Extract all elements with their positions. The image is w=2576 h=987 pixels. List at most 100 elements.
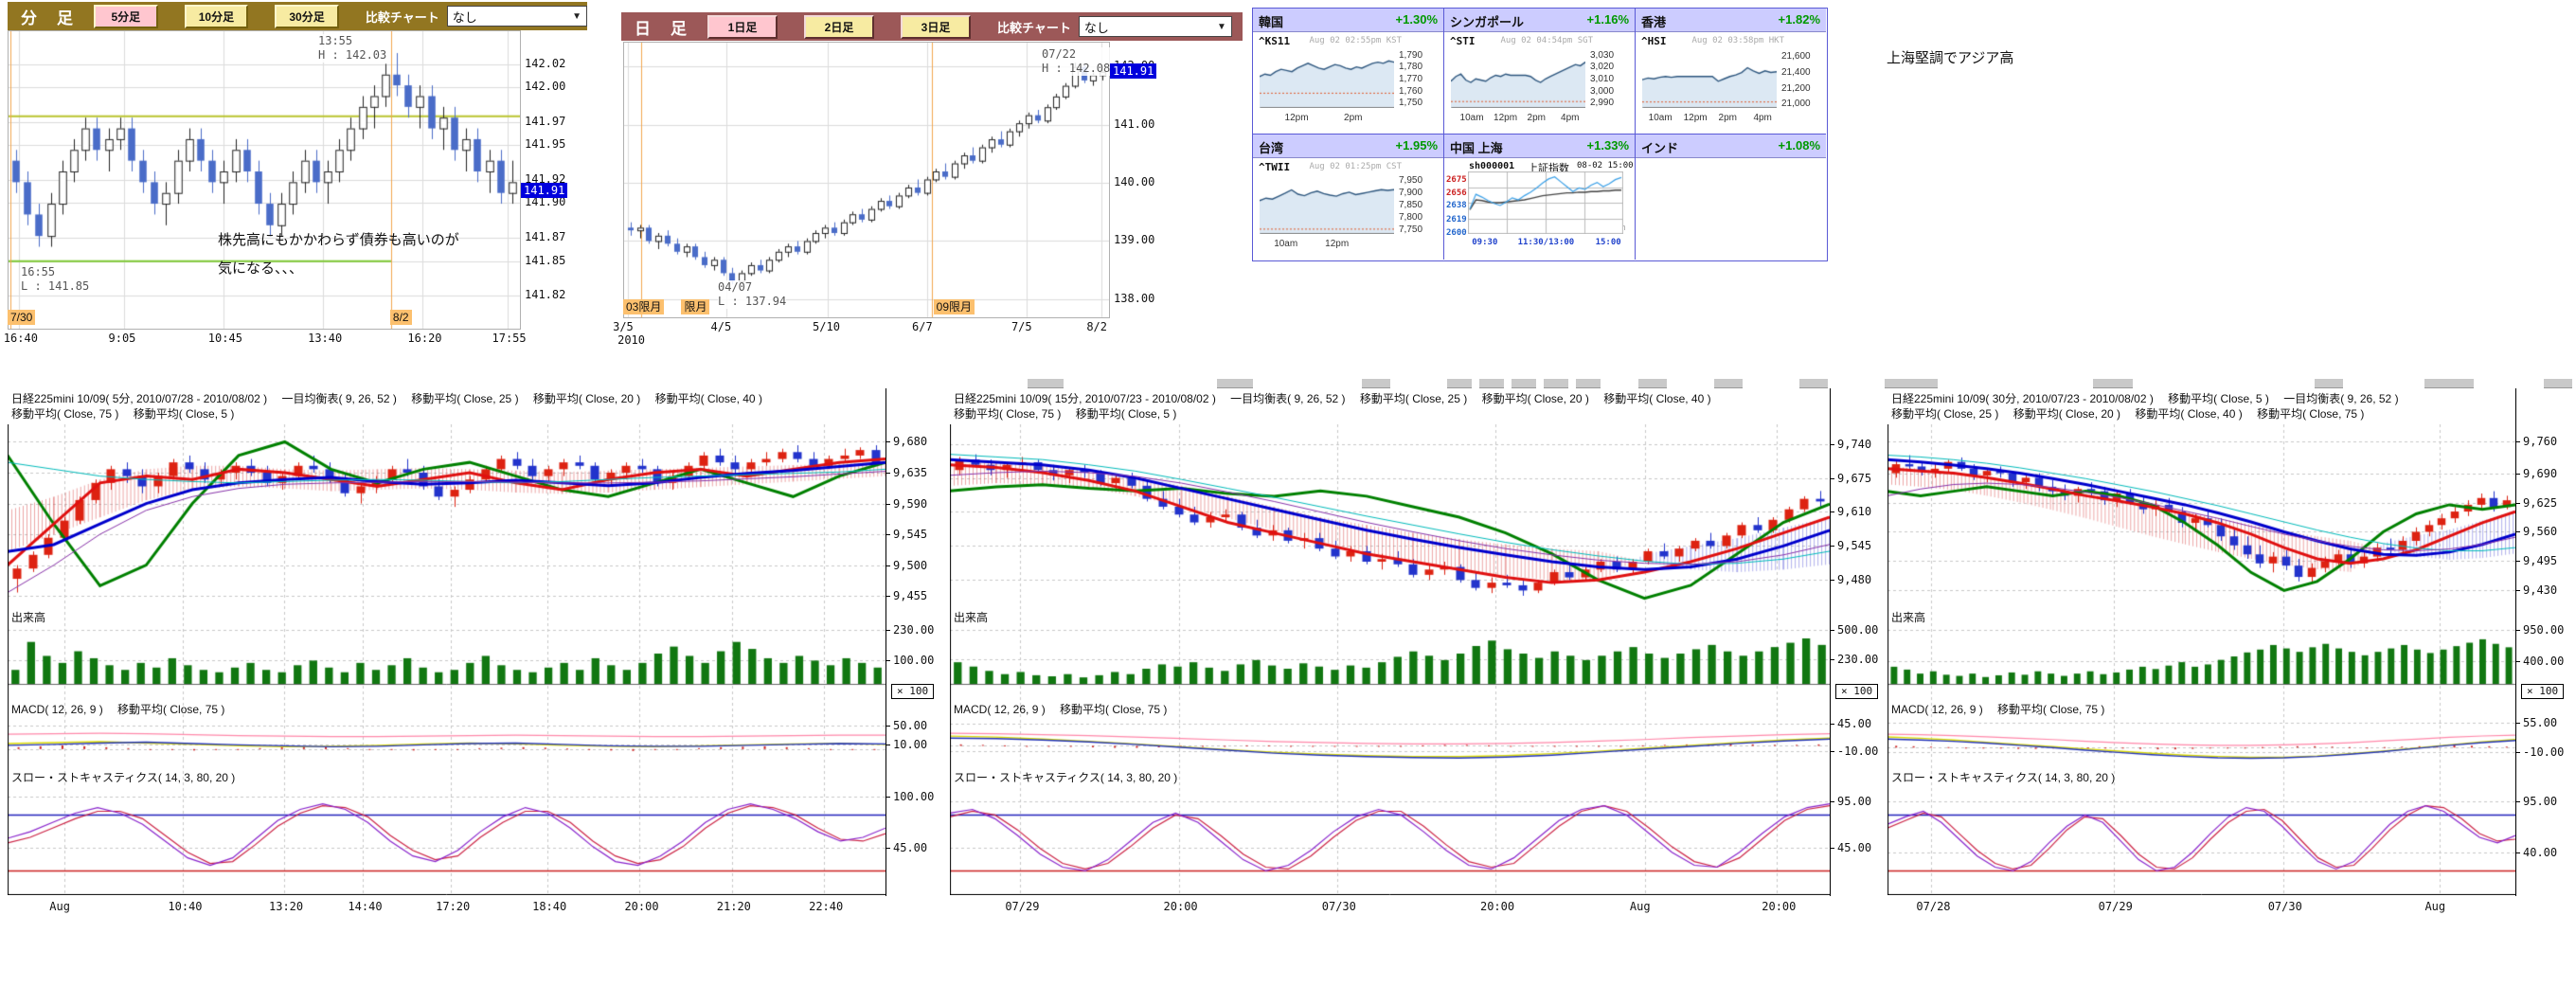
axis-tick [886,726,890,727]
index-change: +1.16% [1587,12,1629,27]
y-axis-label: 2,990 [1590,98,1614,108]
axis-tick [1830,801,1834,802]
contract-month-tag: 09限月 [934,299,975,314]
volume-label: 出来高 [11,609,45,625]
chart-subtitle: 移動平均( Close, 75 ) 移動平均( Close, 5 ) [954,405,1176,422]
index-sparkline-canvas [1260,47,1394,108]
x-axis-label: 10:45 [208,332,242,345]
x-axis-label: 16:20 [407,332,441,345]
technical-chart-canvas[interactable] [8,424,886,895]
window-fragment [1714,379,1743,388]
index-ticker: ^STI [1450,35,1476,47]
y-axis-label: 9,680 [893,435,927,448]
tab-30min[interactable]: 30分足 [275,5,339,28]
index-change: +1.95% [1396,138,1438,153]
index-ticker: ^KS11 [1259,35,1290,47]
axis-tick [2515,531,2520,532]
x-axis-label: 2pm [1719,113,1737,123]
index-cell-header: 中国 上海+1.33% [1444,135,1635,158]
daily-chart-canvas[interactable] [623,42,1110,318]
x-axis-label: 07/29 [2099,900,2133,913]
high-annotation: 07/22 H : 142.08 [1042,47,1110,76]
x-axis-label: 12pm [1494,113,1517,123]
y-axis-label: -10.00 [1837,745,1878,758]
y-axis-label: 138.00 [1114,292,1154,305]
contract-month-tag: 7/30 [8,310,35,325]
index-name: シンガポール [1450,12,1524,30]
index-name: 中国 上海 [1450,138,1503,156]
window-fragment [1544,379,1568,388]
compare-chart-value: なし [1084,18,1109,36]
y-axis-label: 500.00 [1837,623,1878,637]
x-axis-label: 7/5 [1011,320,1032,333]
chart-title: 日経225mini 10/09( 30分, 2010/07/23 - 2010/… [1891,390,2399,406]
x-axis-label: 07/30 [2268,900,2302,913]
y-axis-label: 7,950 [1399,175,1422,186]
macd-label: MACD( 12, 26, 9 ) 移動平均( Close, 75 ) [954,701,1167,717]
x-axis-label: 4pm [1753,113,1771,123]
tab-2day[interactable]: 2日足 [804,15,874,39]
stoch-label: スロー・ストキャスティクス( 14, 3, 80, 20 ) [1891,769,2115,785]
tab-3day[interactable]: 3日足 [901,15,971,39]
axis-tick [886,797,890,798]
contract-month-tag: 8/2 [390,310,412,325]
low-annotation: 16:55 L : 141.85 [21,265,89,294]
technical-chart-canvas[interactable] [1887,424,2515,895]
y-axis-label: 9,560 [2523,525,2557,538]
y-axis-label: 142.00 [525,80,565,93]
axis-line [1830,388,1831,896]
y-axis-label: 140.00 [1114,175,1154,188]
chart-title: 日経225mini 10/09( 5分, 2010/07/28 - 2010/0… [11,390,762,406]
y-axis-label: 2675 [1446,175,1467,185]
x-axis-label: 12pm [1285,113,1309,123]
x-axis-label: 10am [1274,239,1297,249]
y-axis-label: 21,600 [1781,51,1811,62]
tab-10min[interactable]: 10分足 [185,5,249,28]
x-axis-label: 21:20 [717,900,751,913]
window-fragment [2315,379,2343,388]
y-axis-label: 2619 [1446,215,1467,224]
tab-1day[interactable]: 1日足 [707,15,778,39]
y-axis-label: 7,750 [1399,224,1422,235]
minute-chart-title: 分 足 [21,5,75,28]
axis-tick [1830,751,1834,752]
axis-tick [2515,503,2520,504]
x-axis-label: 13:20 [269,900,303,913]
y-axis-label: 141.97 [525,115,565,128]
y-axis-label: 141.00 [1114,117,1154,131]
axis-tick [2515,441,2520,442]
axis-tick [1830,444,1834,445]
x-axis-label: 4pm [1561,113,1579,123]
stoch-label: スロー・ストキャスティクス( 14, 3, 80, 20 ) [11,769,235,785]
tab-5min[interactable]: 5分足 [94,5,158,28]
volume-label: 出来高 [954,609,988,625]
index-name: 台湾 [1259,138,1283,156]
window-fragment [1362,379,1390,388]
index-sparkline-canvas [1642,47,1777,108]
low-annotation: 04/07 L : 137.94 [718,280,786,309]
y-axis-label: 21,000 [1781,99,1811,109]
axis-tick [2515,474,2520,475]
y-axis-label: 1,780 [1399,62,1422,72]
x-axis-label: 12pm [1325,239,1349,249]
window-fragment [1217,379,1253,388]
index-timestamp: Aug 02 04:54pm SGT [1500,36,1593,45]
technical-chart-canvas[interactable] [950,424,1830,895]
y-axis-label: 230.00 [1837,653,1878,666]
compare-chart-select[interactable]: なし ▼ [447,6,587,27]
contract-month-tag: 03限月 [623,299,664,314]
memo-annotation: 気になる、、、 [218,258,303,278]
y-axis-label: 100.00 [893,790,934,803]
x-axis-label: 15:00 [1596,238,1621,247]
axis-tick [1830,478,1834,479]
y-axis-label: 950.00 [2523,623,2564,637]
x-axis-label: 10am [1649,113,1673,123]
axis-tick [2515,752,2520,753]
compare-chart-select[interactable]: なし ▼ [1079,16,1232,37]
y-axis-label: 3,020 [1590,62,1614,72]
chart-subtitle: 移動平均( Close, 75 ) 移動平均( Close, 5 ) [11,405,234,422]
axis-tick [1830,659,1834,660]
y-axis-label: 139.00 [1114,233,1154,246]
axis-line [2515,388,2516,896]
axis-tick [2515,852,2520,853]
